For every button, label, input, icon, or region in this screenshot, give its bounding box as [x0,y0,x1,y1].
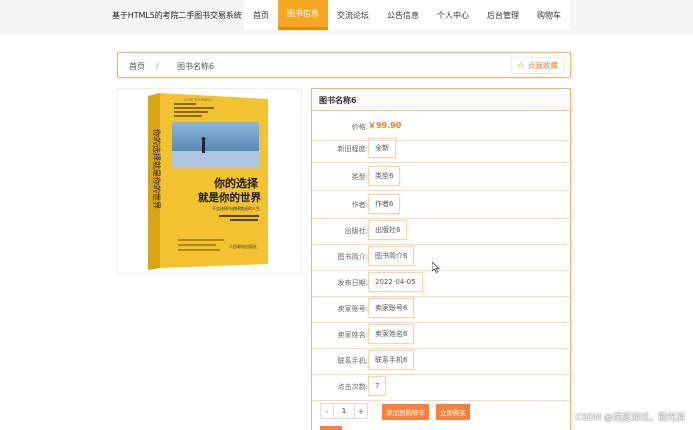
cover-subtitle: 不会选择与避择焦虑的人生 [212,205,260,211]
site-title: 基于HTML5的考院二手图书交易系统 [112,11,242,20]
release-date-label: 发布日期: [337,279,368,287]
seller-account-value: 卖家账号6 [368,298,415,318]
price-label: 价格: [351,123,368,131]
header: 基于HTML5的考院二手图书交易系统 首页 图书信息 交流论坛 公告信息 个人中… [0,0,693,34]
add-to-cart-button[interactable]: 添加到购物车 [382,404,429,420]
phone-value: 联系手机6 [368,350,415,370]
cover-publisher: 人民邮电出版社 [229,243,257,249]
breadcrumb-separator: / [156,61,159,70]
buy-now-button[interactable]: 立即购买 [436,404,470,420]
condition-row: 新旧程度: 全新 [312,133,570,163]
nav-forum[interactable]: 交流论坛 [328,0,378,30]
purchase-actions: - 1 + 添加到购物车 立即购买 [312,399,570,423]
quantity-input[interactable]: 1 [334,403,354,419]
nav-announcements[interactable]: 公告信息 [378,0,428,30]
type-label: 类型: [351,173,368,181]
book-detail-panel: 图书名称6 价格: ￥99.90 新旧程度: 全新 类型: 类型6 作者: 作者… [311,88,571,430]
book-cover-image: 你的选择就是你的世界 你的选择 就是你的世界 不会选择与避择焦虑的人生 人民邮电… [148,93,268,270]
price-value: ￥99.90 [368,121,402,130]
watermark: CSDN @浅夏淡过，微光凉 [575,413,685,423]
cover-tag: LOVE YOURSELF [184,98,212,102]
star-icon: ☆ [516,60,525,71]
clicks-value: 7 [368,376,387,396]
breadcrumb: 首页 / 图书名称6 ☆ 点我收藏 [117,52,571,78]
type-value: 类型6 [368,166,401,186]
book-title: 图书名称6 [312,89,570,111]
cover-spine-title: 你的选择就是你的世界 [152,129,162,209]
breadcrumb-current: 图书名称6 [177,62,215,71]
page: 基于HTML5的考院二手图书交易系统 首页 图书信息 交流论坛 公告信息 个人中… [0,0,693,430]
nav-user-center[interactable]: 个人中心 [428,0,478,30]
favorite-button[interactable]: ☆ 点我收藏 [510,57,564,74]
nav-home[interactable]: 首页 [244,0,278,30]
main-nav: 首页 图书信息 交流论坛 公告信息 个人中心 后台管理 购物车 [244,0,570,30]
quantity-plus-button[interactable]: + [354,403,368,419]
quantity-minus-button[interactable]: - [320,403,334,419]
publisher-label: 出版社: [344,227,368,235]
clicks-row: 点击次数: 7 [312,371,570,401]
clicks-label: 点击次数: [337,383,368,391]
phone-label: 联系手机: [337,357,368,365]
condition-label: 新旧程度: [337,145,368,153]
mouse-cursor-icon [432,262,440,273]
intro-value: 图书简介6 [368,246,415,266]
seller-account-label: 卖家账号: [337,305,368,313]
nav-cart[interactable]: 购物车 [528,0,570,30]
seller-name-value: 卖家姓名6 [368,324,415,344]
seller-name-label: 卖家姓名: [337,331,368,339]
breadcrumb-home[interactable]: 首页 [129,61,145,72]
author-label: 作者: [351,201,368,209]
extra-button[interactable] [320,426,342,430]
publisher-value: 出版社6 [368,220,408,240]
book-cover-frame: 你的选择就是你的世界 你的选择 就是你的世界 不会选择与避择焦虑的人生 人民邮电… [117,88,302,274]
nav-admin[interactable]: 后台管理 [478,0,528,30]
cover-title-line2: 就是你的世界 [198,191,261,204]
type-row: 类型: 类型6 [312,161,570,191]
cover-title-line1: 你的选择 [213,176,259,190]
release-date-value: 2022-04-05 [368,272,423,292]
favorite-label: 点我收藏 [528,61,558,70]
intro-label: 图书简介: [337,253,368,261]
nav-book-info[interactable]: 图书信息 [278,0,328,30]
quantity-stepper: - 1 + [320,403,368,419]
author-value: 作者6 [368,194,401,214]
condition-value: 全新 [368,138,396,158]
